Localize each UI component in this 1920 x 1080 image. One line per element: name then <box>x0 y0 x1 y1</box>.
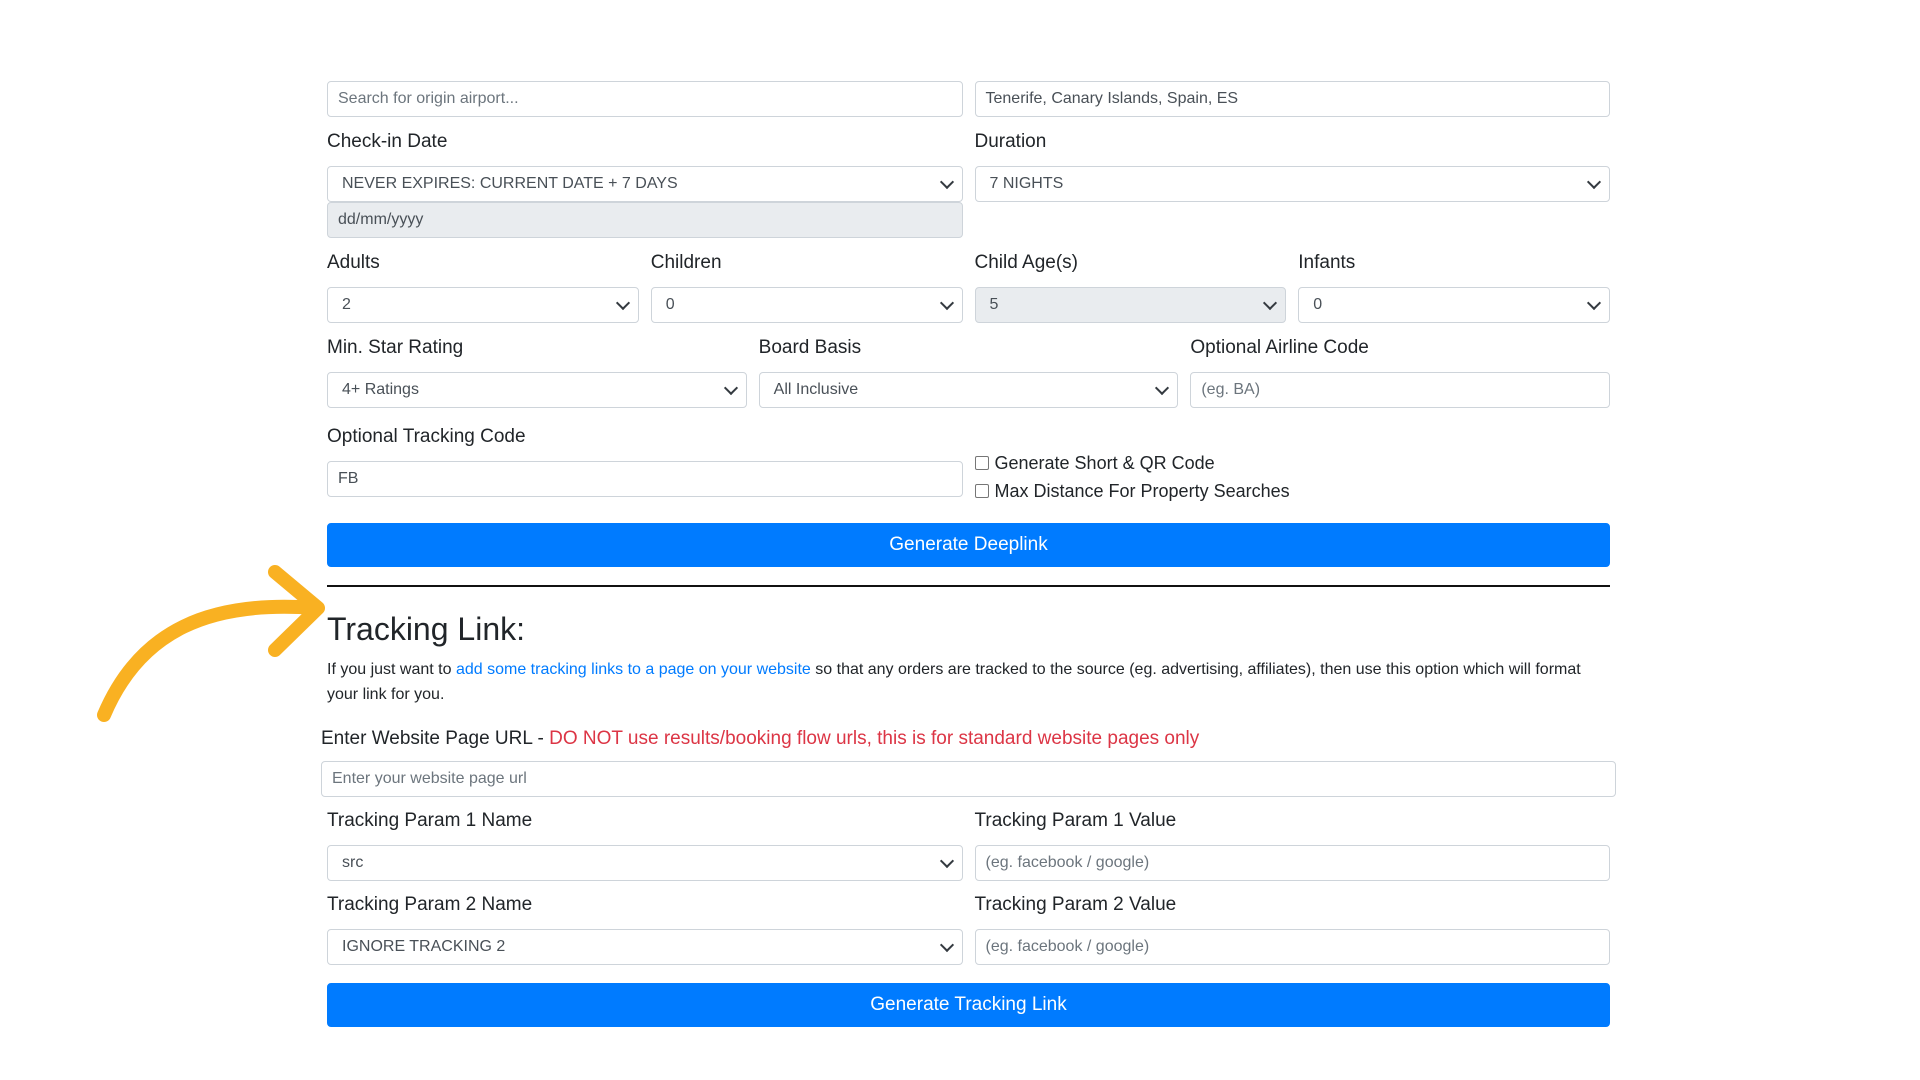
param2-row: Tracking Param 2 Name IGNORE TRACKING 2 … <box>327 893 1610 965</box>
param2-name-select-value: IGNORE TRACKING 2 <box>342 938 506 955</box>
children-select-value: 0 <box>665 296 675 313</box>
airline-code-input[interactable]: (eg. BA) <box>1190 372 1611 408</box>
child-ages-select-value: 5 <box>989 296 999 313</box>
date-row: Check-in Date NEVER EXPIRES: CURRENT DAT… <box>327 130 1610 238</box>
param1-name-select-value: src <box>342 854 364 871</box>
chevron-down-icon <box>939 937 954 953</box>
generate-deeplink-button[interactable]: Generate Deeplink <box>327 523 1610 567</box>
deeplink-form: Search for origin airport... Tenerife, C… <box>321 81 1616 1027</box>
child-ages-label: Child Age(s) <box>974 252 1079 273</box>
star-rating-label: Min. Star Rating <box>327 337 464 358</box>
checkin-date-input[interactable]: dd/mm/yyyy <box>327 202 963 238</box>
chevron-down-icon <box>1263 295 1278 311</box>
airport-row: Search for origin airport... Tenerife, C… <box>327 81 1610 117</box>
param2-value-input[interactable]: (eg. facebook / google) <box>974 929 1610 965</box>
tracking-code-label: Optional Tracking Code <box>327 426 526 447</box>
param2-value-label: Tracking Param 2 Value <box>974 894 1177 915</box>
tracking-intro-text: If you just want to add some tracking li… <box>327 657 1610 707</box>
chevron-down-icon <box>1586 295 1602 311</box>
section-divider <box>327 585 1610 587</box>
checkin-select[interactable]: NEVER EXPIRES: CURRENT DATE + 7 DAYS <box>327 166 963 202</box>
chevron-down-icon <box>615 295 630 311</box>
tracking-links-help-link[interactable]: add some tracking links to a page on you… <box>456 661 811 678</box>
website-url-section: Enter Website Page URL - DO NOT use resu… <box>321 727 1616 797</box>
param1-value-label: Tracking Param 1 Value <box>974 810 1177 831</box>
chevron-down-icon <box>1586 174 1602 190</box>
board-basis-select[interactable]: All Inclusive <box>758 372 1179 408</box>
infants-select[interactable]: 0 <box>1298 287 1610 323</box>
preferences-row: Min. Star Rating 4+ Ratings Board Basis … <box>327 336 1611 408</box>
adults-label: Adults <box>327 252 380 273</box>
annotation-arrow-icon <box>97 565 325 722</box>
website-url-label-text: Enter Website Page URL - <box>321 728 550 749</box>
chevron-down-icon <box>723 380 738 396</box>
duration-label: Duration <box>974 131 1047 152</box>
child-ages-select[interactable]: 5 <box>974 287 1287 323</box>
intro-text-start: If you just want to <box>327 661 456 678</box>
website-url-warning: DO NOT use results/booking flow urls, th… <box>549 728 1200 749</box>
children-select[interactable]: 0 <box>650 287 963 323</box>
param2-name-select[interactable]: IGNORE TRACKING 2 <box>327 929 963 965</box>
duration-select[interactable]: 7 NIGHTS <box>974 166 1610 202</box>
infants-label: Infants <box>1298 252 1356 273</box>
checkin-select-value: NEVER EXPIRES: CURRENT DATE + 7 DAYS <box>342 175 678 192</box>
star-rating-select[interactable]: 4+ Ratings <box>327 372 747 408</box>
website-url-input[interactable]: Enter your website page url <box>321 761 1616 797</box>
max-distance-checkbox[interactable] <box>974 484 989 498</box>
star-rating-select-value: 4+ Ratings <box>342 381 419 398</box>
party-row: Adults 2 Children 0 Child Age(s) 5 Infan… <box>327 251 1610 323</box>
short-qr-checkbox[interactable] <box>974 456 989 470</box>
param1-row: Tracking Param 1 Name src Tracking Param… <box>327 809 1610 881</box>
board-basis-label: Board Basis <box>758 337 862 358</box>
max-distance-option[interactable]: Max Distance For Property Searches <box>974 477 1611 505</box>
checkin-label: Check-in Date <box>327 131 448 152</box>
short-qr-label: Generate Short & QR Code <box>994 453 1215 473</box>
param1-value-input[interactable]: (eg. facebook / google) <box>974 845 1610 881</box>
duration-select-value: 7 NIGHTS <box>989 175 1064 192</box>
children-label: Children <box>650 252 722 273</box>
tracking-link-heading: Tracking Link: <box>327 611 525 647</box>
max-distance-label: Max Distance For Property Searches <box>994 481 1290 501</box>
short-qr-option[interactable]: Generate Short & QR Code <box>974 449 1611 477</box>
param1-name-label: Tracking Param 1 Name <box>327 810 533 831</box>
adults-select-value: 2 <box>342 296 351 313</box>
chevron-down-icon <box>1155 380 1170 396</box>
tracking-code-input[interactable]: FB <box>327 461 963 497</box>
generate-tracking-link-button[interactable]: Generate Tracking Link <box>327 983 1610 1027</box>
chevron-down-icon <box>939 853 954 869</box>
board-basis-select-value: All Inclusive <box>773 381 859 398</box>
chevron-down-icon <box>939 174 954 190</box>
tracking-code-row: Optional Tracking Code FB Generate Short… <box>327 425 1610 505</box>
param1-name-select[interactable]: src <box>327 845 963 881</box>
adults-select[interactable]: 2 <box>327 287 639 323</box>
airline-code-label: Optional Airline Code <box>1190 337 1369 358</box>
destination-input[interactable]: Tenerife, Canary Islands, Spain, ES <box>974 81 1610 117</box>
origin-airport-input[interactable]: Search for origin airport... <box>327 81 963 117</box>
infants-select-value: 0 <box>1313 296 1323 313</box>
page: Search for origin airport... Tenerife, C… <box>0 0 1920 1080</box>
website-url-label: Enter Website Page URL - DO NOT use resu… <box>321 727 1616 751</box>
chevron-down-icon <box>939 295 954 311</box>
param2-name-label: Tracking Param 2 Name <box>327 894 533 915</box>
